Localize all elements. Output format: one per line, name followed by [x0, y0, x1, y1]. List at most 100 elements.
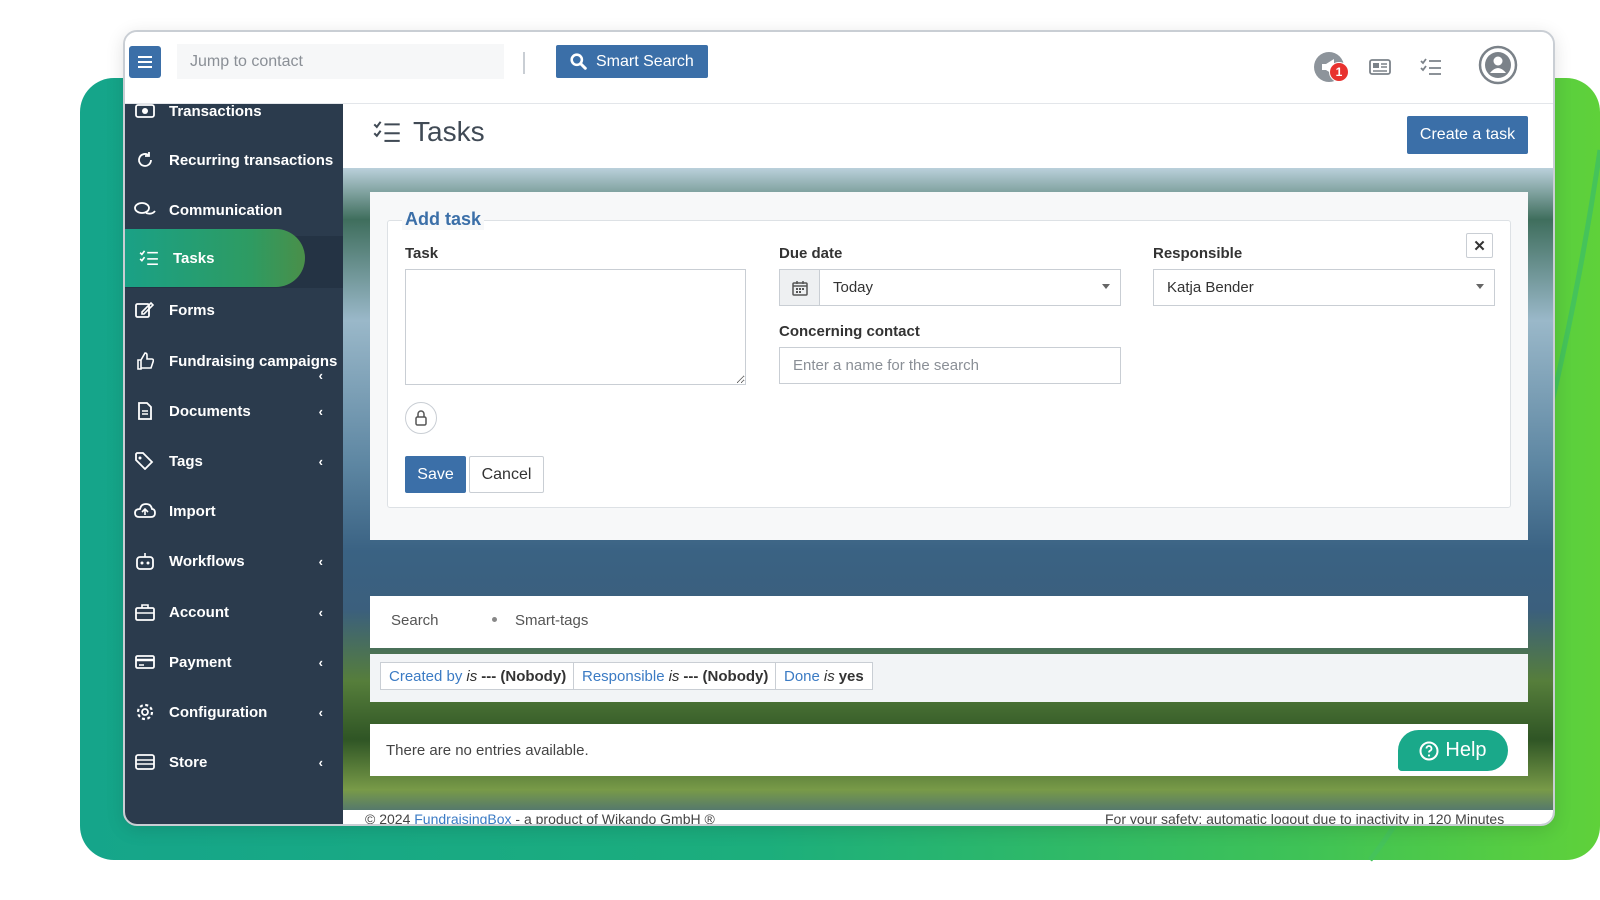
chevron-left-icon: ‹: [318, 654, 323, 670]
sidebar-item-payment[interactable]: Payment ‹: [125, 639, 343, 685]
user-menu-button[interactable]: [1477, 44, 1519, 86]
filter-bar: Created by is --- (Nobody) Responsible i…: [370, 654, 1528, 702]
newspaper-icon: [1369, 59, 1391, 75]
sidebar-item-account[interactable]: Account ‹: [125, 589, 343, 635]
filter-chip-done[interactable]: Done is yes: [775, 662, 873, 690]
sidebar-item-label: Tasks: [173, 249, 215, 267]
smart-search-button[interactable]: Smart Search: [556, 45, 708, 78]
save-button[interactable]: Save: [405, 456, 466, 493]
footer-copyright: © 2024 FundraisingBox - a product of Wik…: [365, 811, 715, 826]
sidebar-item-import[interactable]: Import: [125, 488, 343, 534]
empty-message: There are no entries available.: [386, 742, 589, 759]
due-date-value: Today: [833, 279, 874, 296]
logout-notice: For your safety: automatic logout due to…: [1105, 811, 1505, 826]
brand-link[interactable]: FundraisingBox: [414, 811, 511, 824]
chat-icon: [133, 201, 157, 219]
notification-badge: 1: [1329, 62, 1349, 82]
sidebar-item-label: Payment: [169, 653, 232, 671]
chevron-down-icon: [1102, 284, 1110, 289]
calendar-button[interactable]: [780, 270, 820, 305]
due-date-label: Due date: [779, 245, 843, 262]
add-task-panel: Add task Task Due date Today Responsible…: [370, 192, 1528, 540]
sidebar-item-label: Recurring transactions: [169, 151, 334, 169]
tab-separator: [492, 617, 497, 622]
form-legend: Add task: [402, 209, 485, 230]
gear-icon: [133, 703, 157, 721]
sidebar-item-label: Workflows: [169, 552, 245, 570]
task-list-button[interactable]: [1416, 52, 1446, 82]
news-button[interactable]: [1365, 52, 1395, 82]
question-circle-icon: [1419, 741, 1439, 760]
edit-icon: [133, 301, 157, 319]
app-window: Smart Search 1 Transactions Recurring tr…: [123, 30, 1555, 826]
help-button[interactable]: Help: [1398, 730, 1508, 771]
filter-operator: is: [466, 667, 478, 685]
transactions-icon: [133, 103, 157, 119]
sidebar-item-label: Tags: [169, 452, 203, 470]
contact-label: Concerning contact: [779, 323, 920, 340]
credit-card-icon: [133, 654, 157, 670]
filter-operator: is: [823, 667, 835, 685]
sidebar-item-recurring-transactions[interactable]: Recurring transactions: [125, 137, 343, 183]
sidebar-item-transactions[interactable]: Transactions: [125, 88, 343, 134]
search-tabs: Search Smart-tags: [370, 596, 1528, 648]
sidebar-item-store[interactable]: Store ‹: [125, 739, 343, 785]
sidebar-item-tasks[interactable]: Tasks: [125, 229, 305, 287]
announcements-button[interactable]: 1: [1309, 49, 1349, 85]
sidebar-item-configuration[interactable]: Configuration ‹: [125, 689, 343, 735]
sidebar-item-label: Transactions: [169, 102, 262, 120]
private-toggle[interactable]: [405, 402, 437, 434]
add-task-form: Add task Task Due date Today Responsible…: [387, 209, 1511, 508]
tab-smart-tags[interactable]: Smart-tags: [515, 612, 588, 629]
sidebar: Transactions Recurring transactions Comm…: [125, 103, 343, 824]
help-label: Help: [1445, 739, 1487, 761]
company-text: - a product of Wikando GmbH ®: [511, 811, 715, 826]
results-list: There are no entries available.: [370, 724, 1528, 776]
contact-search-input[interactable]: [779, 347, 1121, 384]
filter-value: yes: [838, 667, 864, 685]
create-task-button[interactable]: Create a task: [1407, 116, 1528, 154]
close-button[interactable]: ✕: [1466, 233, 1493, 258]
sidebar-item-label: Forms: [169, 301, 215, 319]
chevron-left-icon: ‹: [318, 754, 323, 770]
calendar-icon: [791, 280, 808, 296]
tasks-icon: [137, 250, 161, 266]
filter-key: Created by: [389, 667, 463, 685]
sidebar-item-label: Documents: [169, 402, 251, 420]
task-textarea[interactable]: [405, 269, 746, 385]
cancel-button[interactable]: Cancel: [469, 456, 544, 493]
copyright-text: © 2024: [365, 811, 415, 826]
tasks-icon: [373, 120, 401, 149]
cloud-upload-icon: [133, 503, 157, 519]
filter-chip-created-by[interactable]: Created by is --- (Nobody): [380, 662, 576, 690]
sidebar-item-tags[interactable]: Tags ‹: [125, 438, 343, 484]
chevron-left-icon: ‹: [318, 453, 323, 469]
sidebar-item-workflows[interactable]: Workflows ‹: [125, 538, 343, 584]
due-date-select[interactable]: Today: [779, 269, 1121, 306]
responsible-select[interactable]: Katja Bender: [1153, 269, 1495, 306]
robot-icon: [133, 552, 157, 570]
responsible-label: Responsible: [1153, 245, 1243, 262]
hamburger-icon: [138, 61, 152, 63]
chevron-left-icon: ‹: [318, 604, 323, 620]
chevron-left-icon: ‹: [318, 368, 323, 383]
task-label: Task: [405, 245, 439, 262]
sidebar-item-label: Configuration: [169, 703, 268, 721]
lock-icon: [415, 410, 427, 426]
filter-value: --- (Nobody): [683, 667, 769, 685]
footer: © 2024 FundraisingBox - a product of Wik…: [343, 810, 1553, 826]
filter-value: --- (Nobody): [481, 667, 567, 685]
chevron-left-icon: ‹: [318, 403, 323, 419]
sidebar-item-documents[interactable]: Documents ‹: [125, 388, 343, 434]
sidebar-item-forms[interactable]: Forms: [125, 287, 343, 333]
search-icon: [570, 53, 587, 70]
sidebar-item-communication[interactable]: Communication: [125, 187, 343, 233]
menu-button[interactable]: [129, 46, 161, 78]
task-list-icon: [1420, 58, 1441, 75]
jump-to-contact-input[interactable]: [177, 44, 504, 79]
chevron-down-icon: [1476, 284, 1484, 289]
tab-search[interactable]: Search: [391, 612, 439, 629]
sidebar-item-fundraising-campaigns[interactable]: Fundraising campaigns ‹: [125, 338, 343, 384]
filter-chip-responsible[interactable]: Responsible is --- (Nobody): [573, 662, 778, 690]
page-header: Tasks Create a task: [343, 104, 1553, 168]
